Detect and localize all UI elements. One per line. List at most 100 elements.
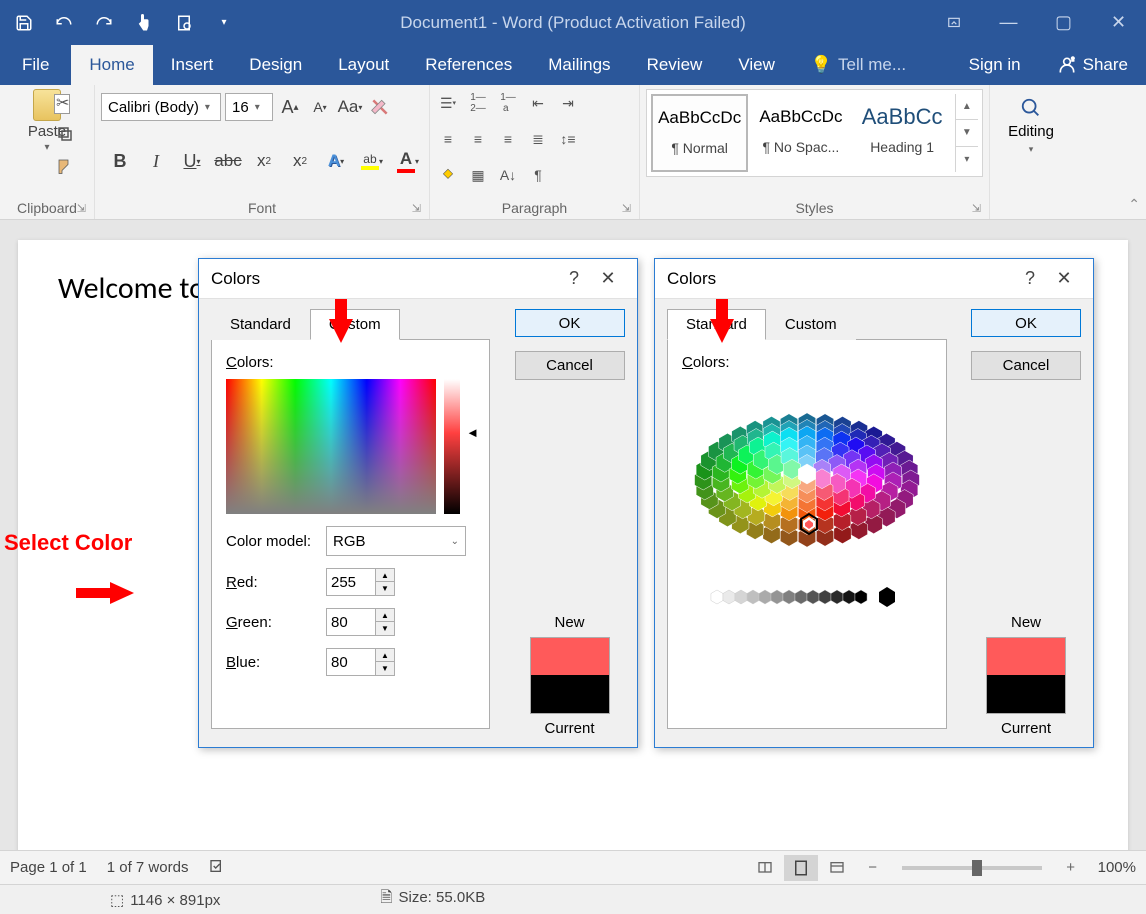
highlight-button[interactable]: ab▾ — [359, 152, 385, 170]
style-heading1[interactable]: AaBbCc Heading 1 — [854, 94, 951, 172]
show-marks-button[interactable]: ¶ — [526, 163, 550, 187]
tab-custom[interactable]: Custom — [766, 309, 856, 340]
cancel-button[interactable]: Cancel — [971, 351, 1081, 379]
shrink-font-button[interactable]: A▾ — [307, 99, 333, 115]
tab-custom[interactable]: Custom — [310, 309, 400, 340]
underline-button[interactable]: U▾ — [179, 151, 205, 172]
tab-standard[interactable]: Standard — [211, 309, 310, 340]
bullets-button[interactable]: ☰▾ — [436, 91, 460, 115]
italic-button[interactable]: I — [143, 151, 169, 172]
font-color-button[interactable]: A▾ — [395, 149, 421, 173]
tab-layout[interactable]: Layout — [320, 45, 407, 85]
zoom-slider[interactable] — [902, 866, 1042, 870]
ribbon-display-button[interactable] — [926, 0, 981, 45]
dialog-close-button[interactable]: ✕ — [591, 268, 625, 289]
style-normal[interactable]: AaBbCcDc ¶ Normal — [651, 94, 748, 172]
zoom-in-button[interactable]: + — [1054, 855, 1088, 881]
standard-color-hexagon[interactable] — [682, 379, 932, 579]
gallery-more-button[interactable]: ▾ — [956, 147, 978, 172]
increase-indent-button[interactable]: ⇥ — [556, 91, 580, 115]
text-effects-button[interactable]: A▾ — [323, 151, 349, 171]
clear-formatting-button[interactable] — [367, 97, 393, 117]
style-no-spacing[interactable]: AaBbCcDc ¶ No Spac... — [752, 94, 849, 172]
ok-button[interactable]: OK — [971, 309, 1081, 337]
cancel-button[interactable]: Cancel — [515, 351, 625, 379]
tab-mailings[interactable]: Mailings — [530, 45, 628, 85]
share-button[interactable]: Share — [1039, 45, 1146, 85]
spellcheck-button[interactable] — [208, 858, 226, 878]
tell-me-search[interactable]: 💡Tell me... — [793, 45, 924, 85]
redo-button[interactable] — [84, 0, 124, 45]
dialog-help-button[interactable]: ? — [1013, 268, 1047, 289]
gallery-up-button[interactable]: ▲ — [956, 94, 978, 120]
font-launcher[interactable]: ⇲ — [412, 202, 421, 215]
touch-mode-button[interactable] — [124, 0, 164, 45]
align-center-button[interactable]: ≡ — [466, 127, 490, 151]
strikethrough-button[interactable]: abc — [215, 151, 241, 171]
green-spin-up[interactable]: ▲ — [376, 609, 394, 622]
word-count[interactable]: 1 of 7 words — [107, 859, 189, 876]
subscript-button[interactable]: x2 — [251, 151, 277, 171]
justify-button[interactable]: ≣ — [526, 127, 550, 151]
gallery-down-button[interactable]: ▼ — [956, 120, 978, 146]
format-painter-button[interactable] — [56, 157, 78, 179]
tab-home[interactable]: Home — [71, 45, 152, 85]
page-indicator[interactable]: Page 1 of 1 — [10, 859, 87, 876]
print-preview-button[interactable] — [164, 0, 204, 45]
dialog-help-button[interactable]: ? — [557, 268, 591, 289]
maximize-button[interactable]: ▢ — [1036, 0, 1091, 45]
font-name-combo[interactable]: Calibri (Body)▾ — [101, 93, 221, 121]
multilevel-button[interactable]: 1— a — [496, 91, 520, 115]
blue-spin-down[interactable]: ▼ — [376, 662, 394, 675]
editing-dropdown[interactable]: Editing ▾ — [996, 89, 1066, 155]
color-model-combo[interactable]: RGB⌄ — [326, 526, 466, 556]
red-spin-up[interactable]: ▲ — [376, 569, 394, 582]
blue-input[interactable] — [326, 648, 376, 676]
minimize-button[interactable]: — — [981, 0, 1036, 45]
red-input[interactable] — [326, 568, 376, 596]
zoom-thumb[interactable] — [972, 860, 982, 876]
tab-review[interactable]: Review — [629, 45, 721, 85]
paragraph-launcher[interactable]: ⇲ — [622, 202, 631, 215]
tab-file[interactable]: File — [0, 45, 71, 85]
dialog-close-button[interactable]: ✕ — [1047, 268, 1081, 289]
align-right-button[interactable]: ≡ — [496, 127, 520, 151]
tab-references[interactable]: References — [407, 45, 530, 85]
grayscale-row[interactable] — [682, 585, 932, 616]
zoom-level[interactable]: 100% — [1098, 859, 1136, 876]
styles-launcher[interactable]: ⇲ — [972, 202, 981, 215]
sort-button[interactable]: A↓ — [496, 163, 520, 187]
ok-button[interactable]: OK — [515, 309, 625, 337]
decrease-indent-button[interactable]: ⇤ — [526, 91, 550, 115]
undo-button[interactable] — [44, 0, 84, 45]
numbering-button[interactable]: 1—2— — [466, 91, 490, 115]
tab-insert[interactable]: Insert — [153, 45, 232, 85]
borders-button[interactable]: ▦ — [466, 163, 490, 187]
superscript-button[interactable]: x2 — [287, 151, 313, 171]
red-spin-down[interactable]: ▼ — [376, 582, 394, 595]
close-window-button[interactable]: ✕ — [1091, 0, 1146, 45]
read-mode-button[interactable] — [748, 855, 782, 881]
green-spin-down[interactable]: ▼ — [376, 622, 394, 635]
color-gradient-picker[interactable] — [226, 379, 436, 514]
tab-design[interactable]: Design — [231, 45, 320, 85]
change-case-button[interactable]: Aa▾ — [337, 97, 363, 117]
qat-more-button[interactable]: ▾ — [204, 0, 244, 45]
green-input[interactable] — [326, 608, 376, 636]
blue-spin-up[interactable]: ▲ — [376, 649, 394, 662]
zoom-out-button[interactable]: − — [856, 855, 890, 881]
copy-button[interactable] — [56, 125, 78, 147]
align-left-button[interactable]: ≡ — [436, 127, 460, 151]
luminosity-pointer[interactable]: ◄ — [466, 425, 479, 440]
font-size-combo[interactable]: 16▾ — [225, 93, 273, 121]
web-layout-button[interactable] — [820, 855, 854, 881]
bold-button[interactable]: B — [107, 151, 133, 172]
shading-button[interactable] — [436, 163, 460, 187]
collapse-ribbon-button[interactable]: ⌃ — [1128, 196, 1140, 213]
print-layout-button[interactable] — [784, 855, 818, 881]
grow-font-button[interactable]: A▴ — [277, 97, 303, 118]
line-spacing-button[interactable]: ↕≡ — [556, 127, 580, 151]
sign-in-button[interactable]: Sign in — [951, 45, 1039, 85]
clipboard-launcher[interactable]: ⇲ — [77, 202, 86, 215]
save-button[interactable] — [4, 0, 44, 45]
